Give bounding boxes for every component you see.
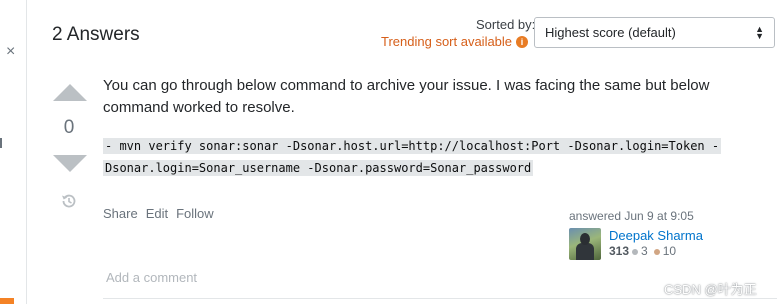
watermark: CSDN @叶为正 <box>664 282 757 297</box>
sidebar-marker <box>0 138 2 148</box>
info-icon[interactable]: i <box>516 35 529 48</box>
add-comment-link[interactable]: Add a comment <box>106 270 197 285</box>
user-stats: 313 3 10 <box>609 243 703 260</box>
avatar[interactable] <box>569 228 601 260</box>
history-icon[interactable] <box>59 191 79 211</box>
sort-select[interactable]: Highest score (default) ▲ ▼ <box>534 17 775 48</box>
follow-link[interactable]: Follow <box>176 206 214 221</box>
downvote-arrow-icon[interactable] <box>53 155 87 172</box>
chevron-updown-icon: ▲ ▼ <box>755 23 764 41</box>
answer-body-text: You can go through below command to arch… <box>103 77 710 116</box>
share-link[interactable]: Share <box>103 206 138 221</box>
answered-timestamp[interactable]: answered Jun 9 at 9:05 <box>569 209 749 223</box>
edit-link[interactable]: Edit <box>146 206 168 221</box>
sorted-by-label: Sorted by: <box>476 17 536 32</box>
vote-count: 0 <box>63 117 75 138</box>
post-menu: Share Edit Follow <box>103 206 214 221</box>
close-icon[interactable]: × <box>6 44 15 60</box>
answers-count-heading: 2 Answers <box>52 24 140 45</box>
user-name-link[interactable]: Deepak Sharma <box>609 228 703 243</box>
answer-code-snippet: - mvn verify sonar:sonar -Dsonar.host.ur… <box>103 135 723 179</box>
left-sidebar-rail: × <box>0 0 27 304</box>
silver-badge-icon <box>632 248 639 255</box>
sidebar-highlight <box>0 298 14 304</box>
code-text: - mvn verify sonar:sonar -Dsonar.host.ur… <box>103 138 722 176</box>
sort-select-value: Highest score (default) <box>545 25 676 40</box>
reputation-score: 313 <box>609 244 630 258</box>
upvote-arrow-icon[interactable] <box>53 84 87 101</box>
bronze-badge-count: 10 <box>662 244 677 258</box>
trending-sort-link[interactable]: Trending sort available i <box>381 34 529 49</box>
trending-sort-text[interactable]: Trending sort available <box>381 34 512 49</box>
bronze-badge-icon <box>653 248 660 255</box>
silver-badge-count: 3 <box>641 244 648 258</box>
divider <box>103 298 777 299</box>
user-card: answered Jun 9 at 9:05 Deepak Sharma 313… <box>569 209 749 260</box>
